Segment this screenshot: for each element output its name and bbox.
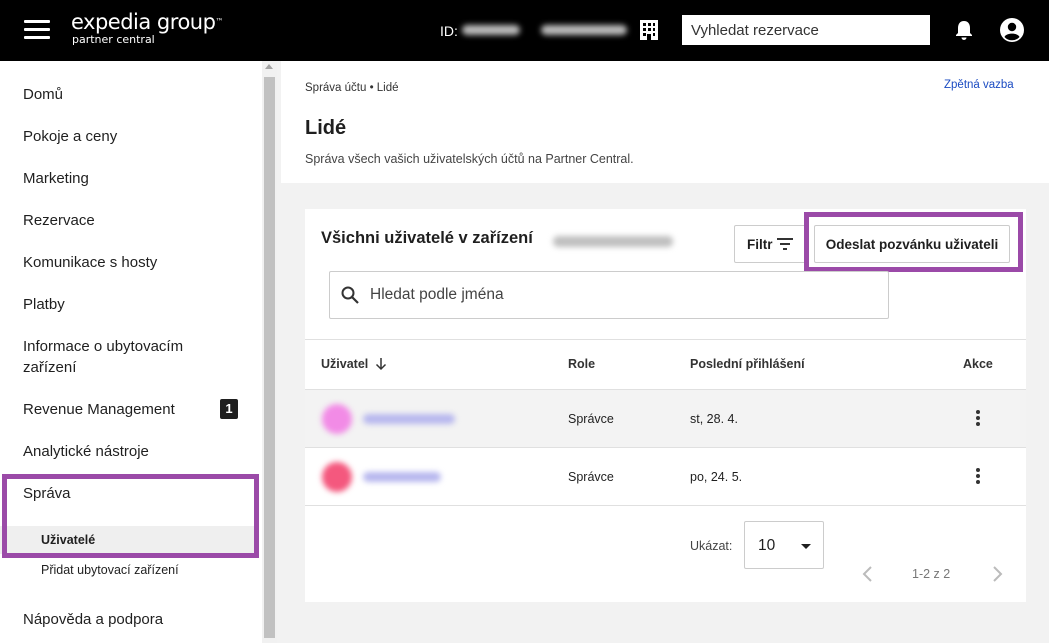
property-name-blurred (553, 236, 673, 247)
sidebar-item-revenue-management[interactable]: Revenue Management (23, 399, 175, 420)
top-bar: expedia group™ partner central ID: (0, 0, 1049, 61)
subnav-active-background (0, 526, 255, 554)
more-actions-icon[interactable] (975, 468, 981, 486)
sidebar-item-administration[interactable]: Správa (23, 483, 71, 504)
dropdown-caret-icon (801, 544, 811, 549)
property-id-label: ID: (440, 23, 458, 39)
avatar (322, 404, 352, 434)
sidebar: Domů Pokoje a ceny Marketing Rezervace K… (0, 61, 262, 643)
user-last-login: st, 28. 4. (690, 412, 738, 426)
user-role: Správce (568, 412, 614, 426)
user-name-blurred[interactable] (363, 472, 441, 482)
sort-arrow-down-icon[interactable] (375, 357, 387, 371)
feedback-link[interactable]: Zpětná vazba (944, 79, 1014, 91)
name-search-input[interactable] (370, 273, 880, 317)
bell-icon[interactable] (953, 19, 975, 41)
user-role: Správce (568, 470, 614, 484)
column-header-last-login: Poslední přihlášení (690, 357, 805, 371)
sidebar-item-payments[interactable]: Platby (23, 294, 65, 315)
subnav-item-users[interactable]: Uživatelé (41, 533, 95, 547)
notification-badge: 1 (220, 399, 238, 419)
breadcrumb[interactable]: Správa účtu • Lidé (305, 82, 399, 94)
table-row: Správce st, 28. 4. (305, 389, 1026, 447)
brand-logo[interactable]: expedia group™ partner central (71, 11, 223, 47)
page-header: Správa účtu • Lidé Zpětná vazba Lidé Spr… (281, 61, 1049, 183)
brand-trademark: ™ (215, 17, 223, 26)
user-account-icon[interactable] (999, 17, 1025, 43)
reservation-search-input[interactable] (682, 15, 930, 45)
sidebar-item-analytics[interactable]: Analytické nástroje (23, 441, 149, 462)
page-title: Lidé (305, 117, 347, 139)
table-row: Správce po, 24. 5. (305, 447, 1026, 505)
scrollbar-thumb[interactable] (264, 77, 275, 638)
brand-subtitle: partner central (72, 33, 155, 46)
user-name-blurred[interactable] (363, 414, 455, 424)
table-header: Uživatel Role Poslední přihlášení Akce (305, 339, 1026, 389)
invite-user-button[interactable]: Odeslat pozvánku uživateli (814, 225, 1010, 263)
scroll-up-arrow-icon[interactable] (265, 64, 273, 69)
sidebar-scrollbar[interactable] (262, 61, 277, 643)
sidebar-item-reservations[interactable]: Rezervace (23, 210, 95, 231)
table-divider (305, 505, 1026, 506)
more-actions-icon[interactable] (975, 410, 981, 428)
property-name-value (541, 25, 627, 35)
pagination-info: 1-2 z 2 (912, 567, 951, 581)
search-icon (341, 286, 359, 304)
sidebar-item-guest-communication[interactable]: Komunikace s hosty (23, 252, 157, 273)
sidebar-item-help-support[interactable]: Nápověda a podpora (23, 609, 163, 630)
subnav-item-add-property[interactable]: Přidat ubytovací zařízení (41, 563, 179, 577)
sidebar-item-marketing[interactable]: Marketing (23, 168, 89, 189)
page-description: Správa všech vašich uživatelských účtů n… (305, 152, 634, 166)
property-id-value (462, 25, 520, 35)
column-header-actions: Akce (963, 357, 993, 371)
avatar (322, 462, 352, 492)
page-size-value: 10 (758, 537, 776, 554)
sidebar-item-property-info[interactable]: Informace o ubytovacím zařízení (23, 336, 223, 378)
card-title: Všichni uživatelé v zařízení (321, 229, 533, 247)
building-icon[interactable] (638, 19, 660, 41)
page-size-label: Ukázat: (690, 539, 733, 553)
sidebar-item-rooms-rates[interactable]: Pokoje a ceny (23, 126, 117, 147)
brand-name: expedia group (71, 10, 216, 34)
previous-page-icon[interactable] (861, 565, 875, 583)
name-search-field[interactable] (329, 271, 889, 319)
page-size-select[interactable]: 10 (744, 521, 824, 569)
hamburger-menu-icon[interactable] (24, 20, 50, 40)
users-card: Všichni uživatelé v zařízení Filtr Odesl… (305, 209, 1026, 602)
column-header-user[interactable]: Uživatel (321, 357, 368, 371)
next-page-icon[interactable] (990, 565, 1004, 583)
column-header-role: Role (568, 357, 596, 371)
filter-button[interactable]: Filtr (734, 225, 806, 263)
sidebar-item-home[interactable]: Domů (23, 84, 63, 105)
user-last-login: po, 24. 5. (690, 470, 743, 484)
